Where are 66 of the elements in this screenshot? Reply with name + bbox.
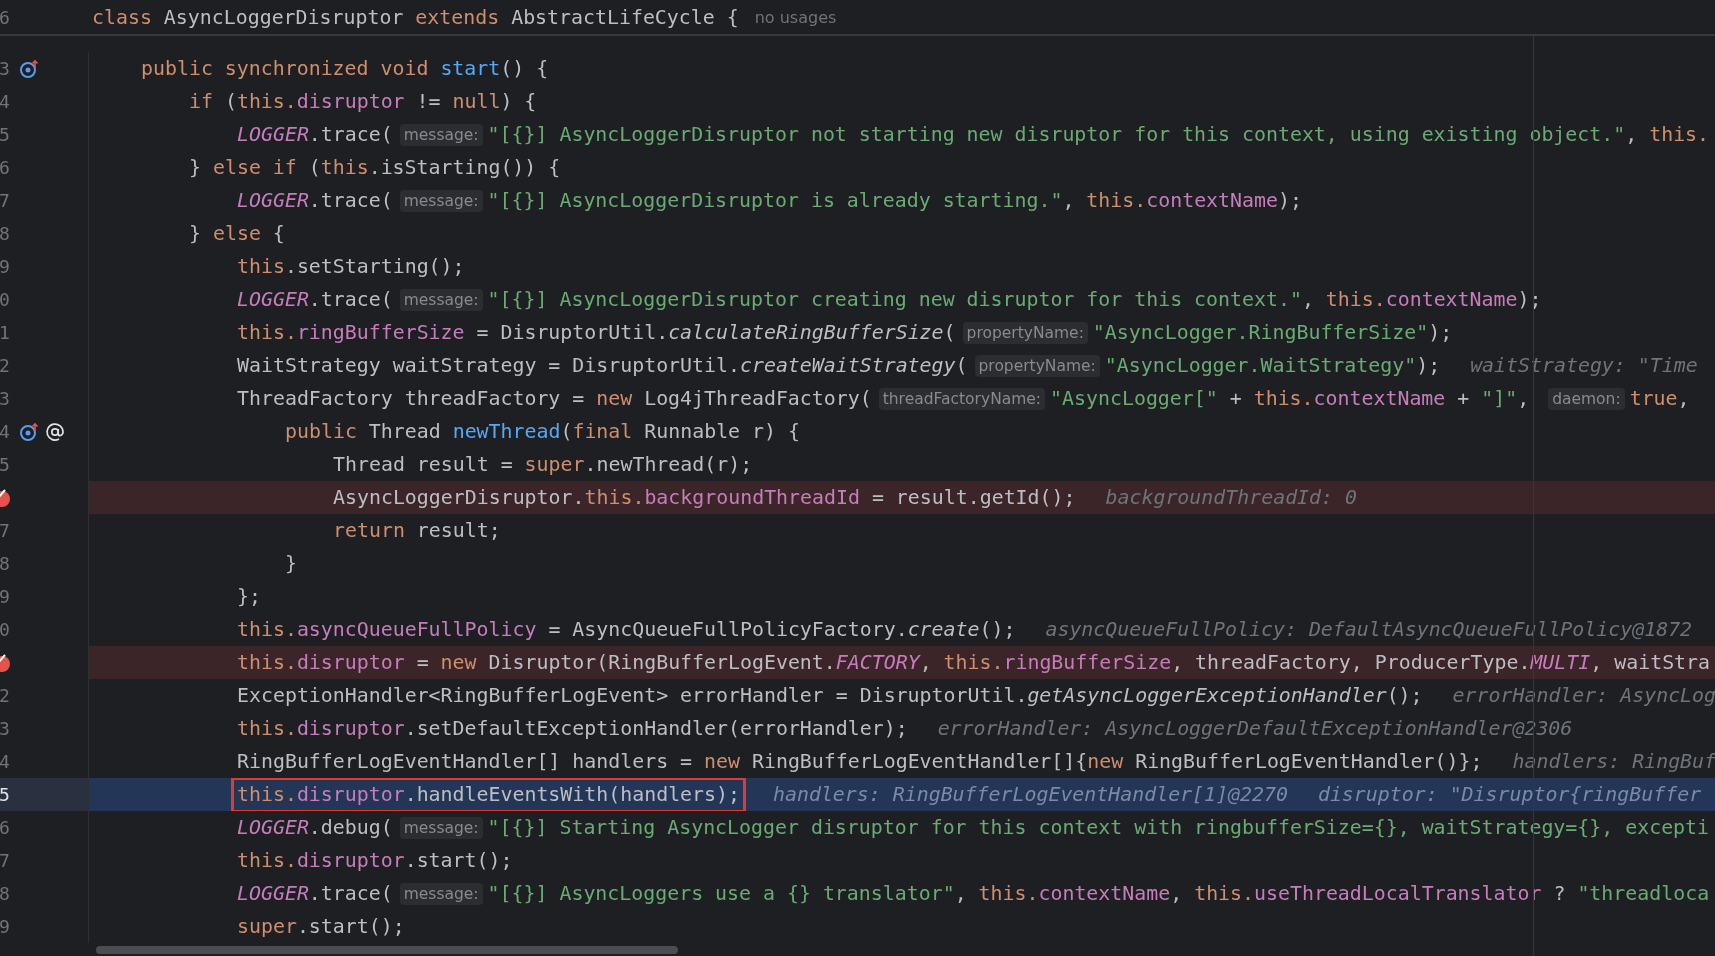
code-line: }; xyxy=(237,584,261,610)
line-number: 8 xyxy=(0,883,11,904)
inline-debug-value: disruptor: "Disruptor{ringBuffer xyxy=(1317,783,1702,806)
override-marker-icon[interactable] xyxy=(19,421,41,442)
line-number: 7 xyxy=(0,850,11,871)
inline-debug-value: errorHandler: AsyncLoggerDefaultExceptionHandler@2306 xyxy=(937,717,1573,740)
code-line: this.disruptor = new Disruptor(RingBufferLogEvent.FACTORY, this.ringBufferSize, threadFactory, ProducerType.MULTI, waitStra xyxy=(237,650,1711,676)
line-number: 3 xyxy=(0,718,11,739)
line-number: 4 xyxy=(0,751,11,772)
inline-debug-value: backgroundThreadId: 0 xyxy=(1105,486,1357,509)
inline-debug-value: handlers: RingBufferLogEventHandler[1]@2270 xyxy=(773,783,1288,806)
line-number: 8 xyxy=(0,223,11,244)
code-line: } else if (this.isStarting()) { xyxy=(189,155,561,181)
code-line: if (this.disruptor != null) { xyxy=(189,89,537,115)
line-number: 5 xyxy=(0,454,11,475)
code-line: AsyncLoggerDisruptor.this.backgroundThreadId = result.getId(); xyxy=(333,485,1076,511)
line-number: 0 xyxy=(0,619,11,640)
line-number: 2 xyxy=(0,355,11,376)
override-marker-icon[interactable] xyxy=(19,58,41,79)
code-line: RingBufferLogEventHandler[] handlers = new RingBufferLogEventHandler[]{new RingBufferLogEventHandler()}; xyxy=(237,749,1483,775)
code-line: this.disruptor.start(); xyxy=(237,848,513,874)
code-line: this.ringBufferSize = DisruptorUtil.calculateRingBufferSize( propertyName: "AsyncLogger.RingBufferSize"); xyxy=(237,320,1453,346)
line-number: 7 xyxy=(0,520,11,541)
code-line: LOGGER.trace( message: "[{}] AsyncLoggerDisruptor not starting new disruptor for this context, using existing object.", this. xyxy=(237,122,1710,148)
code-line: LOGGER.trace( message: "[{}] AsyncLoggerDisruptor creating new disruptor for this context.", this.contextName); xyxy=(237,287,1542,313)
code-line: public synchronized void start() { xyxy=(141,56,549,82)
line-number: 5 xyxy=(0,784,11,805)
line-number: 9 xyxy=(0,586,11,607)
code-line: LOGGER.trace( message: "[{}] AsyncLoggerDisruptor is already starting.", this.contextName); xyxy=(237,188,1302,214)
horizontal-scrollbar[interactable] xyxy=(96,946,678,954)
inline-debug-value: waitStrategy: "Time xyxy=(1470,354,1698,377)
line-number: 5 xyxy=(0,124,11,145)
line-number: 6 xyxy=(0,6,11,28)
code-line: ThreadFactory threadFactory = new Log4jThreadFactory( threadFactoryName: "AsyncLogger[" + this.contextName + "]", daemon: true, xyxy=(237,386,1690,412)
line-number: 0 xyxy=(0,289,11,310)
line-number: 3 xyxy=(0,388,11,409)
line-number: 8 xyxy=(0,553,11,574)
line-number: 3 xyxy=(0,58,11,79)
code-line: return result; xyxy=(333,518,501,544)
code-line: Thread result = super.newThread(r); xyxy=(333,452,753,478)
line-number: 4 xyxy=(0,421,11,442)
line-number: 2 xyxy=(0,685,11,706)
code-line: super.start(); xyxy=(237,914,405,940)
code-line: this.asyncQueueFullPolicy = AsyncQueueFullPolicyFactory.create(); xyxy=(237,617,1016,643)
code-line: this.disruptor.setDefaultExceptionHandler(errorHandler); xyxy=(237,716,908,742)
code-line: } xyxy=(285,551,297,577)
code-line: this.disruptor.handleEventsWith(handlers); xyxy=(234,779,743,810)
code-line: this.setStarting(); xyxy=(237,254,465,280)
line-number: 1 xyxy=(0,322,11,343)
line-number: 9 xyxy=(0,256,11,277)
line-number: 6 xyxy=(0,157,11,178)
code-line: ExceptionHandler<RingBufferLogEvent> errorHandler = DisruptorUtil.getAsyncLoggerExceptionHandler(); xyxy=(237,683,1423,709)
line-number: 7 xyxy=(0,190,11,211)
line-number: 4 xyxy=(0,91,11,112)
code-line: WaitStrategy waitStrategy = DisruptorUtil.createWaitStrategy( propertyName: "AsyncLogger.WaitStrategy"); xyxy=(237,353,1441,379)
inline-debug-value: errorHandler: AsyncLog xyxy=(1452,684,1715,707)
line-number: 6 xyxy=(0,817,11,838)
code-line: public Thread newThread(final Runnable r) { xyxy=(285,419,800,445)
code-line: } else { xyxy=(189,221,285,247)
code-line: LOGGER.trace( message: "[{}] AsyncLoggers use a {} translator", this.contextName, this.useThreadLocalTranslator ? "threadloca xyxy=(237,881,1710,907)
line-number: 9 xyxy=(0,916,11,937)
usages-hint[interactable]: no usages xyxy=(754,7,837,27)
at-sign-icon[interactable] xyxy=(44,421,66,442)
inline-debug-value: asyncQueueFullPolicy: DefaultAsyncQueueFullPolicy@1872 xyxy=(1045,618,1693,641)
code-line: class AsyncLoggerDisruptor extends AbstractLifeCycle { xyxy=(92,4,739,31)
code-line: LOGGER.debug( message: "[{}] Starting AsyncLogger disruptor for this context with ringbufferSize={}, waitStrategy={}, excepti xyxy=(237,815,1710,841)
